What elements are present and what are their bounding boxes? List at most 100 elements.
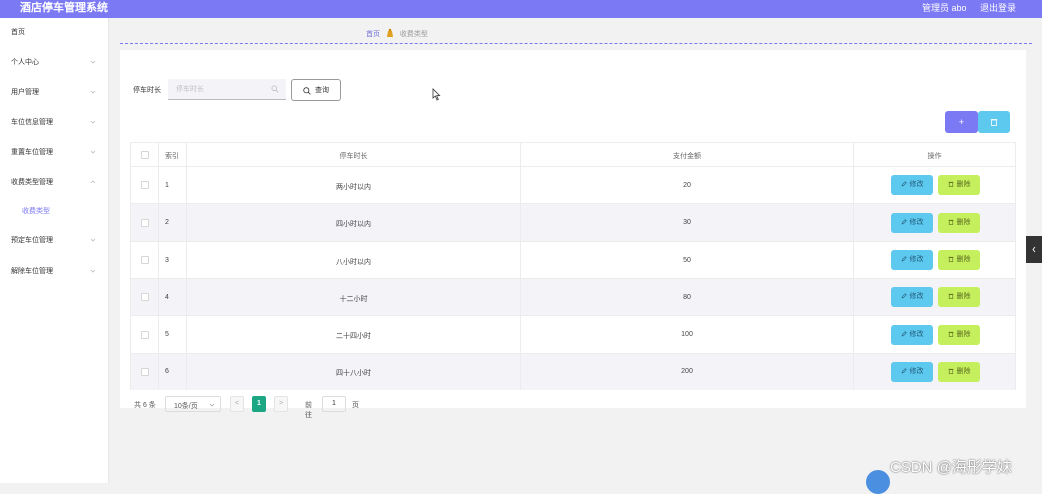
header-operations: 操作 xyxy=(927,153,942,160)
delete-button[interactable]: 删除 xyxy=(938,287,980,307)
chevron-down-icon xyxy=(90,150,96,154)
app-title: 酒店停车管理系统 xyxy=(20,2,108,14)
watermark: CSDN @海彤学妹 xyxy=(890,459,1012,476)
top-bar: 酒店停车管理系统 管理员 abo 退出登录 xyxy=(0,0,1042,18)
row-index: 6 xyxy=(165,368,169,375)
search-icon xyxy=(271,85,279,93)
delete-button[interactable]: 删除 xyxy=(938,362,980,382)
logout-link[interactable]: 退出登录 xyxy=(980,2,1016,15)
row-duration: 四十八小时 xyxy=(336,370,371,377)
chevron-down-icon xyxy=(90,120,96,124)
row-amount: 100 xyxy=(681,331,693,338)
sidebar-item-profile[interactable]: 个人中心 xyxy=(0,48,108,78)
bag-icon xyxy=(386,28,393,37)
row-duration: 二十四小时 xyxy=(336,333,371,340)
sidebar-item-reset-parking[interactable]: 重置车位管理 xyxy=(0,138,108,168)
admin-label: 管理员 abo xyxy=(922,3,967,13)
row-duration: 八小时以内 xyxy=(336,259,371,266)
edit-button[interactable]: 修改 xyxy=(891,213,933,233)
next-page-button[interactable]: > xyxy=(274,396,288,412)
sidebar-item-label: 车位信息管理 xyxy=(11,119,53,126)
sidebar-item-label: 预定车位管理 xyxy=(11,237,53,244)
edit-button[interactable]: 修改 xyxy=(891,175,933,195)
edit-button[interactable]: 修改 xyxy=(891,362,933,382)
page-1-button[interactable]: 1 xyxy=(252,396,266,412)
trash-icon xyxy=(990,119,998,126)
edit-icon xyxy=(901,256,907,262)
row-checkbox[interactable] xyxy=(141,256,149,264)
breadcrumb-home[interactable]: 首页 xyxy=(366,31,380,38)
query-button[interactable]: 查询 xyxy=(291,79,341,101)
header-amount: 支付金额 xyxy=(673,153,701,160)
prev-page-button[interactable]: < xyxy=(230,396,244,412)
mouse-cursor-icon xyxy=(432,88,441,101)
edit-icon xyxy=(901,368,907,374)
row-duration: 两小时以内 xyxy=(336,184,371,191)
delete-button[interactable]: 删除 xyxy=(938,250,980,270)
sidebar-item-label: 解除车位管理 xyxy=(11,268,53,275)
row-amount: 200 xyxy=(681,368,693,375)
row-duration: 四小时以内 xyxy=(336,221,371,228)
row-index: 2 xyxy=(165,219,169,226)
sidebar-item-label: 收费类型管理 xyxy=(11,179,53,186)
delete-button[interactable]: 删除 xyxy=(938,175,980,195)
header-duration: 停车时长 xyxy=(339,153,368,160)
edit-button[interactable]: 修改 xyxy=(891,250,933,270)
edit-button[interactable]: 修改 xyxy=(891,287,933,307)
breadcrumb: 首页 收费类型 xyxy=(366,28,428,39)
select-all-checkbox[interactable] xyxy=(141,151,149,159)
search-icon xyxy=(303,87,311,95)
trash-icon xyxy=(948,368,953,374)
row-amount: 30 xyxy=(683,219,691,226)
sidebar-item-parking-info[interactable]: 车位信息管理 xyxy=(0,108,108,138)
page-size-select[interactable]: 10条/页 xyxy=(165,396,221,412)
row-amount: 50 xyxy=(683,257,691,264)
sidebar-item-label: 收费类型 xyxy=(22,208,50,215)
trash-icon xyxy=(948,219,953,225)
chevron-up-icon xyxy=(90,180,96,184)
trash-icon xyxy=(948,181,953,187)
floating-circle xyxy=(866,470,890,494)
table-row: 3 八小时以内 50 修改 删除 xyxy=(131,242,1015,279)
delete-button[interactable]: 删除 xyxy=(938,213,980,233)
row-amount: 80 xyxy=(683,294,691,301)
table-header-row: 索引 停车时长 支付金额 操作 xyxy=(131,143,1015,167)
row-checkbox[interactable] xyxy=(141,293,149,301)
add-button[interactable]: + xyxy=(945,111,978,133)
goto-page-input[interactable]: 1 xyxy=(322,396,346,412)
sidebar-item-fee-type-mgmt[interactable]: 收费类型管理 xyxy=(0,168,108,198)
main-content: 首页 收费类型 停车时长 查询 + 索引 停车时长 支付金额 操作 xyxy=(110,18,1042,483)
row-checkbox[interactable] xyxy=(141,368,149,376)
collapse-tab[interactable] xyxy=(1026,236,1042,263)
sidebar-item-home[interactable]: 首页 xyxy=(0,18,108,48)
query-button-label: 查询 xyxy=(315,87,329,94)
delete-button[interactable]: 删除 xyxy=(938,325,980,345)
row-amount: 20 xyxy=(683,182,691,189)
row-checkbox[interactable] xyxy=(141,331,149,339)
trash-icon xyxy=(948,331,953,337)
batch-delete-button[interactable] xyxy=(978,111,1010,133)
sidebar-item-release-parking[interactable]: 解除车位管理 xyxy=(0,257,108,287)
edit-icon xyxy=(901,293,907,299)
sidebar-item-fee-type[interactable]: 收费类型 xyxy=(0,197,108,227)
sidebar-item-users[interactable]: 用户管理 xyxy=(0,78,108,108)
goto-label: 前往 xyxy=(305,402,312,419)
table-row: 1 两小时以内 20 修改 删除 xyxy=(131,167,1015,204)
divider xyxy=(120,43,1032,44)
edit-button[interactable]: 修改 xyxy=(891,325,933,345)
search-input[interactable] xyxy=(168,79,286,100)
row-checkbox[interactable] xyxy=(141,219,149,227)
breadcrumb-current: 收费类型 xyxy=(399,31,428,38)
fee-type-table: 索引 停车时长 支付金额 操作 1 两小时以内 20 修改 删除 2 四小时以内… xyxy=(130,142,1016,390)
table-row: 6 四十八小时 200 修改 删除 xyxy=(131,354,1015,390)
sidebar-item-reserve-parking[interactable]: 预定车位管理 xyxy=(0,226,108,256)
row-checkbox[interactable] xyxy=(141,181,149,189)
page-unit: 页 xyxy=(352,402,359,409)
trash-icon xyxy=(948,293,953,299)
sidebar: 首页 个人中心 用户管理 车位信息管理 重置车位管理 收费类型管理 收费类型 预… xyxy=(0,18,109,483)
table-row: 4 十二小时 80 修改 删除 xyxy=(131,279,1015,316)
table-row: 5 二十四小时 100 修改 删除 xyxy=(131,316,1015,354)
edit-icon xyxy=(901,181,907,187)
header-index: 索引 xyxy=(165,153,179,160)
search-label: 停车时长 xyxy=(133,87,161,94)
